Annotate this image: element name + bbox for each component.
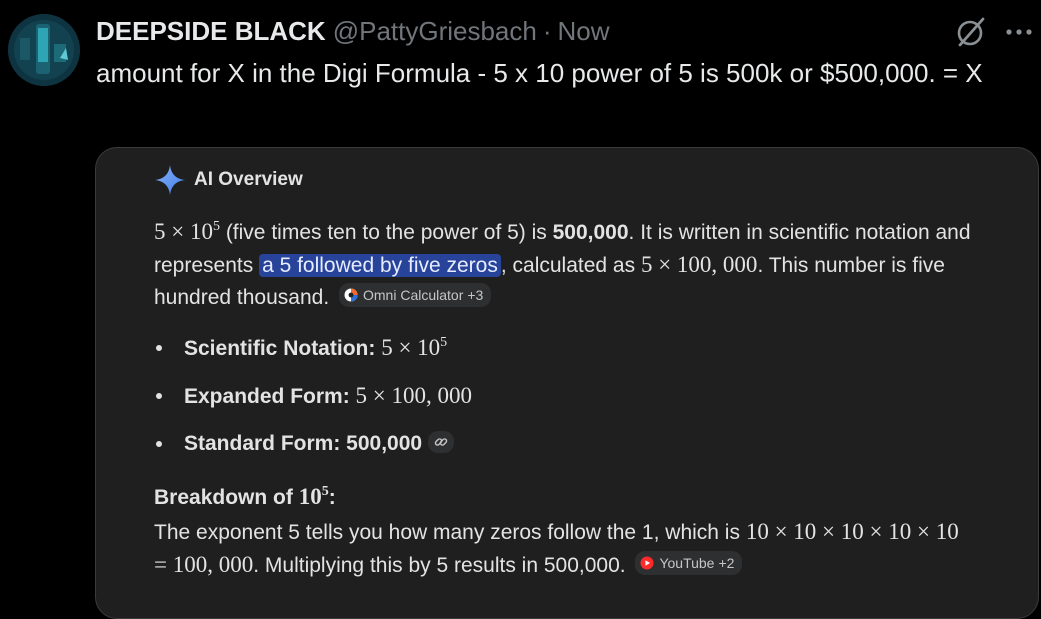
grok-icon[interactable]: [955, 16, 987, 48]
link-icon[interactable]: [428, 431, 455, 453]
avatar[interactable]: [8, 14, 80, 86]
list-item: Expanded Form: 5 × 100, 000: [154, 379, 1014, 427]
math-expression: 10 × 10 × 10 × 10 × 10: [745, 519, 959, 544]
bullet-label: Scientific Notation:: [184, 337, 382, 360]
timestamp[interactable]: Now: [558, 16, 610, 47]
source-name: YouTube: [659, 555, 715, 571]
source-chip-omni[interactable]: Omni Calculator +3: [339, 283, 492, 307]
tweet-text: amount for X in the Digi Formula - 5 x 1…: [96, 58, 983, 88]
youtube-icon: [640, 556, 654, 570]
list-item: Standard Form: 500,000: [154, 427, 1014, 475]
bullet-dot: [156, 345, 162, 351]
intro-text: (five times ten to the power of 5) is: [219, 221, 553, 244]
bullet-label: Standard Form: 500,000: [184, 432, 423, 455]
bullet-list: Scientific Notation: 5 × 105 Expanded Fo…: [154, 331, 1014, 475]
source-name: Omni Calculator: [363, 287, 464, 303]
source-chip-youtube[interactable]: YouTube +2: [635, 551, 743, 575]
omni-calculator-icon: [344, 288, 358, 302]
display-name[interactable]: DEEPSIDE BLACK: [96, 16, 326, 47]
ai-overview-header: AI Overview: [154, 164, 303, 196]
user-handle[interactable]: @PattyGriesbach: [333, 16, 537, 47]
separator-dot: ·: [542, 15, 552, 46]
math-expression: 5 × 100, 000: [640, 252, 758, 277]
tweet-header: DEEPSIDE BLACK @PattyGriesbach · Now: [96, 14, 610, 48]
sparkle-icon: [155, 165, 185, 195]
breakdown-text: The exponent 5 tells you how many zeros …: [154, 521, 746, 544]
math-expression: 5 × 10: [154, 219, 213, 244]
breakdown-paragraph: The exponent 5 tells you how many zeros …: [154, 516, 1024, 582]
intro-value: 500,000: [552, 221, 629, 244]
math-expression: 10: [298, 484, 322, 509]
math-exponent: 5: [440, 335, 448, 350]
bullet-label: Expanded Form:: [184, 385, 356, 408]
intro-paragraph: 5 × 105 (five times ten to the power of …: [154, 216, 1014, 314]
math-exponent: 5: [321, 484, 329, 499]
math-exponent: 5: [212, 219, 220, 234]
tweet-media[interactable]: AI Overview 5 × 105 (five times ten to t…: [95, 147, 1039, 619]
breakdown-text: . Multiplying this by 5 results in 500,0…: [253, 554, 626, 577]
avatar-image: [8, 14, 80, 86]
breakdown-heading-text: Breakdown of: [154, 486, 299, 509]
list-item: Scientific Notation: 5 × 105: [154, 331, 1014, 379]
bullet-dot: [156, 441, 162, 447]
highlighted-phrase[interactable]: a 5 followed by five zeros: [259, 254, 501, 277]
source-count: +3: [467, 287, 484, 303]
math-expression: = 100, 000: [154, 552, 254, 577]
breakdown-heading-suffix: :: [328, 486, 336, 509]
math-expression: 5 × 10: [381, 335, 441, 360]
math-expression: 5 × 100, 000: [355, 383, 473, 408]
intro-text: , calculated as: [500, 254, 641, 277]
ai-overview-title: AI Overview: [194, 169, 303, 190]
more-icon[interactable]: [1004, 20, 1034, 44]
bullet-dot: [156, 393, 162, 399]
breakdown-heading: Breakdown of 105:: [154, 480, 336, 515]
source-count: +2: [718, 555, 735, 571]
